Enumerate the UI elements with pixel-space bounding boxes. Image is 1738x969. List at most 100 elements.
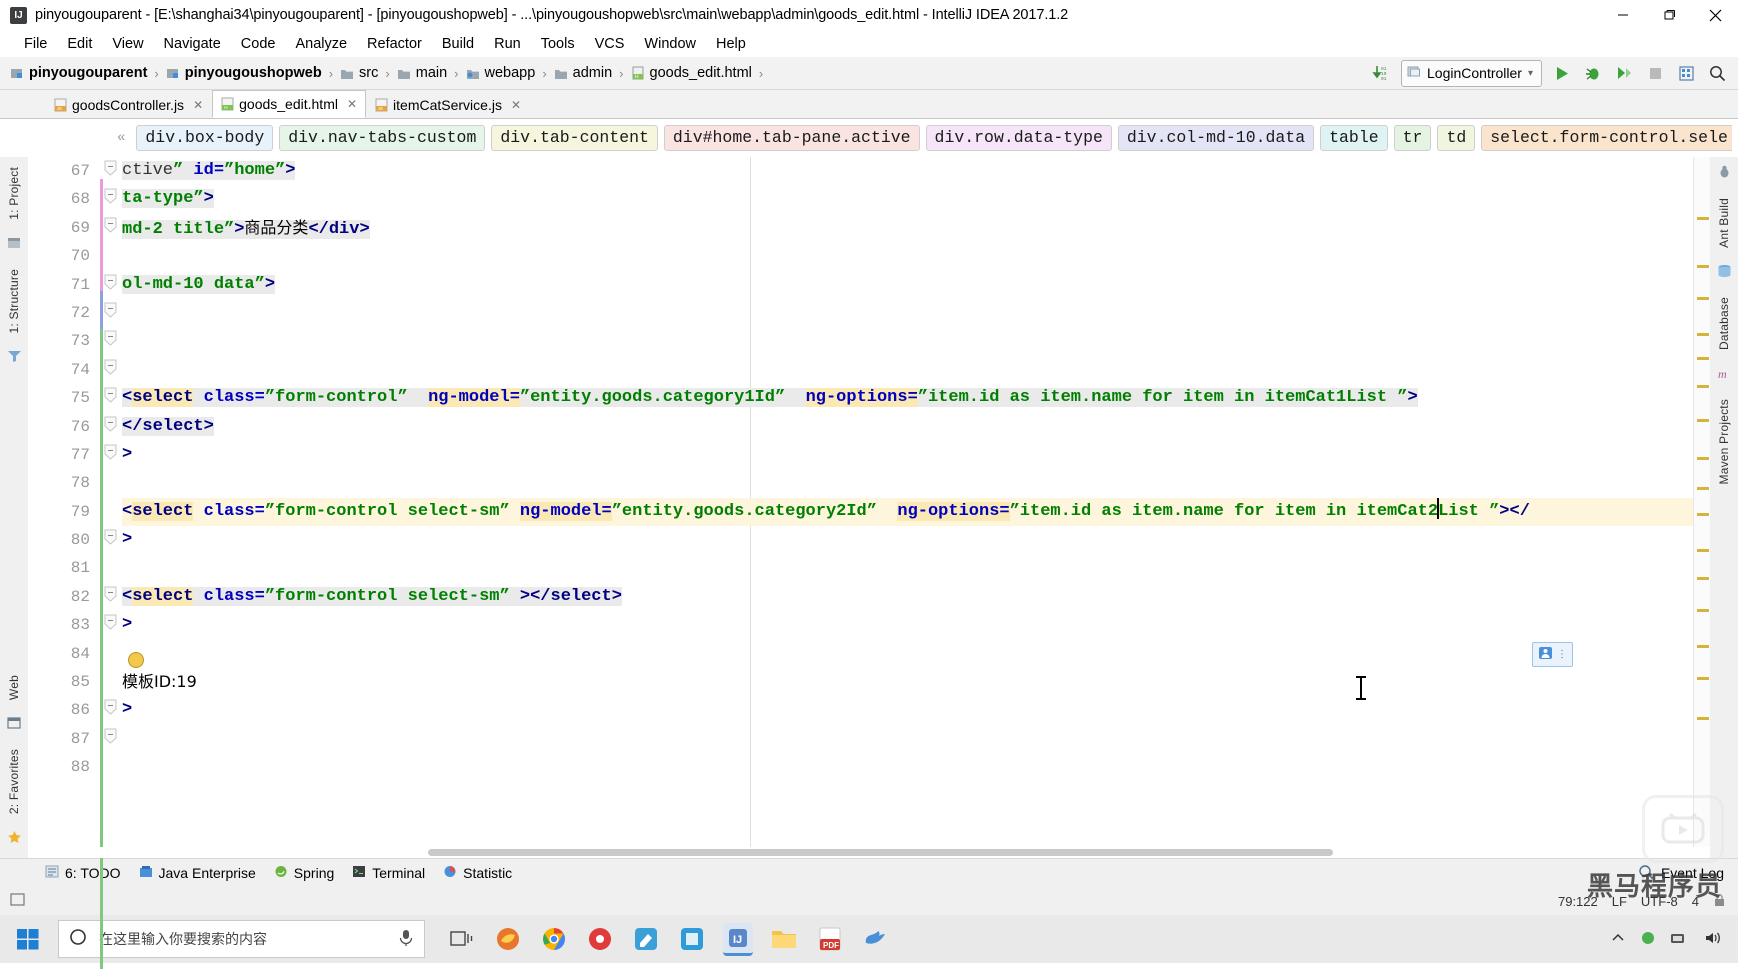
sidebar-item-structure[interactable]: 1: Structure — [7, 259, 21, 343]
fold-marker[interactable] — [100, 299, 122, 327]
menu-tools[interactable]: Tools — [531, 34, 585, 54]
vcs-change-marker[interactable] — [100, 179, 103, 291]
error-stripe-mark[interactable] — [1697, 419, 1709, 422]
code-line[interactable]: md-2 title”>商品分类</div> — [122, 214, 1693, 242]
error-stripe-mark[interactable] — [1697, 357, 1709, 360]
menu-navigate[interactable]: Navigate — [154, 34, 231, 54]
error-stripe-mark[interactable] — [1697, 577, 1709, 580]
tool-button-todo[interactable]: 6: TODO — [45, 865, 121, 881]
code-line[interactable] — [122, 299, 1693, 327]
blue-square-app-icon[interactable] — [677, 924, 707, 954]
volume-icon[interactable] — [1704, 930, 1724, 949]
fold-marker[interactable] — [100, 185, 122, 213]
code-line[interactable] — [122, 356, 1693, 384]
pdf-reader-icon[interactable]: PDF — [815, 924, 845, 954]
maximize-button[interactable] — [1646, 0, 1692, 30]
chevron-down-icon[interactable]: ▾ — [1528, 68, 1533, 79]
fold-marker[interactable] — [100, 356, 122, 384]
vcs-change-marker[interactable] — [100, 291, 103, 329]
code-editor[interactable]: 67 68 69 70 71 72 73 74 75 76 77 78 79 80 81 82 83 84 85 86… — [28, 157, 1710, 969]
error-stripe-mark[interactable] — [1697, 677, 1709, 680]
error-stripe-mark[interactable] — [1697, 717, 1709, 720]
fold-marker[interactable] — [100, 725, 122, 753]
taskbar-search-box[interactable]: 在这里输入你要搜索的内容 — [58, 920, 425, 958]
breadcrumb-pill-1[interactable]: div.nav-tabs-custom — [279, 124, 486, 152]
error-stripe-mark[interactable] — [1697, 297, 1709, 300]
code-text-area[interactable]: ⋮ ctive” id=”home”> ta-type”> md-2 title”>… — [122, 157, 1693, 847]
error-stripe-mark[interactable] — [1697, 645, 1709, 648]
breadcrumb-pill-4[interactable]: div.row.data-type — [925, 124, 1112, 152]
code-line[interactable] — [122, 242, 1693, 270]
close-icon[interactable]: ✕ — [511, 98, 521, 112]
tab-goodsController-js[interactable]: JS goodsController.js ✕ — [45, 91, 212, 118]
fold-marker[interactable] — [100, 441, 122, 469]
project-files-icon[interactable] — [7, 236, 22, 253]
run-icon[interactable] — [1551, 62, 1573, 84]
fold-marker[interactable] — [100, 668, 122, 696]
code-line[interactable]: > — [122, 696, 1693, 724]
chrome-icon[interactable] — [539, 924, 569, 954]
menu-refactor[interactable]: Refactor — [357, 34, 432, 54]
error-stripe-mark[interactable] — [1697, 265, 1709, 268]
fox-browser-icon[interactable] — [493, 924, 523, 954]
fold-marker[interactable] — [100, 640, 122, 668]
sidebar-item-database[interactable]: Database — [1717, 287, 1731, 360]
menu-code[interactable]: Code — [231, 34, 286, 54]
vcs-change-marker[interactable] — [100, 329, 103, 969]
horizontal-scrollbar-thumb[interactable] — [428, 849, 1333, 856]
menu-help[interactable]: Help — [706, 34, 756, 54]
code-line[interactable] — [122, 725, 1693, 753]
menu-analyze[interactable]: Analyze — [285, 34, 357, 54]
close-icon[interactable]: ✕ — [347, 97, 357, 111]
breadcrumb-pill-0[interactable]: div.box-body — [136, 124, 274, 152]
sidebar-item-project[interactable]: 1: Project — [7, 157, 21, 230]
error-stripe-mark[interactable] — [1697, 457, 1709, 460]
code-line[interactable] — [122, 554, 1693, 582]
ant-build-icon[interactable] — [1717, 165, 1732, 182]
breadcrumb-pill-8[interactable]: td — [1437, 124, 1476, 152]
menu-vcs[interactable]: VCS — [585, 34, 635, 54]
breadcrumb-pill-5[interactable]: div.col-md-10.data — [1117, 124, 1315, 152]
fold-marker[interactable] — [100, 214, 122, 242]
fold-marker[interactable] — [100, 554, 122, 582]
navbar-crumb-main[interactable]: main — [397, 65, 447, 81]
breadcrumb-pill-7[interactable]: tr — [1393, 124, 1432, 152]
star-icon[interactable] — [7, 830, 22, 848]
error-stripe-mark[interactable] — [1697, 513, 1709, 516]
fold-marker[interactable] — [100, 157, 122, 185]
network-icon[interactable] — [1670, 930, 1690, 949]
update-running-application-icon[interactable]: 01 10 01 — [1370, 62, 1392, 84]
code-line[interactable]: > — [122, 441, 1693, 469]
collapse-breadcrumb-button[interactable]: « — [112, 130, 130, 146]
run-configuration-selector[interactable]: LoginController ▾ — [1401, 59, 1542, 87]
toggle-layout-icon[interactable] — [1675, 62, 1697, 84]
code-line[interactable] — [122, 753, 1693, 781]
code-line-current[interactable]: <select class=”form-control select-sm” n… — [122, 497, 1693, 527]
navbar-crumb-pinyougoushopweb[interactable]: pinyougoushopweb — [166, 65, 322, 81]
code-line[interactable]: ta-type”> — [122, 185, 1693, 213]
navbar-crumb-pinyougouparent[interactable]: pinyougouparent — [10, 65, 147, 81]
database-icon[interactable] — [1717, 264, 1732, 281]
breadcrumb-pill-9[interactable]: select.form-control.sele — [1481, 124, 1732, 152]
sidebar-item-favorites[interactable]: 2: Favorites — [7, 739, 21, 824]
fold-marker[interactable] — [100, 384, 122, 412]
code-line[interactable] — [122, 327, 1693, 355]
microphone-icon[interactable] — [398, 929, 414, 950]
task-view-icon[interactable] — [447, 924, 477, 954]
error-stripe-mark[interactable] — [1697, 385, 1709, 388]
fold-marker[interactable] — [100, 696, 122, 724]
fold-marker[interactable] — [100, 327, 122, 355]
error-stripe-mark[interactable] — [1697, 549, 1709, 552]
tab-itemCatService-js[interactable]: JS itemCatService.js ✕ — [366, 91, 530, 118]
fold-marker[interactable] — [100, 271, 122, 299]
show-hidden-icons-chevron[interactable] — [1610, 931, 1626, 948]
editor-app-icon[interactable] — [631, 924, 661, 954]
sidebar-item-ant-build[interactable]: Ant Build — [1717, 188, 1731, 258]
fold-marker[interactable] — [100, 242, 122, 270]
code-line[interactable]: > — [122, 611, 1693, 639]
code-line[interactable]: ol-md-10 data”> — [122, 271, 1693, 299]
web-panel-icon[interactable] — [6, 716, 22, 733]
search-everywhere-icon[interactable] — [1706, 62, 1728, 84]
file-explorer-icon[interactable] — [769, 924, 799, 954]
filter-icon[interactable] — [7, 349, 22, 366]
